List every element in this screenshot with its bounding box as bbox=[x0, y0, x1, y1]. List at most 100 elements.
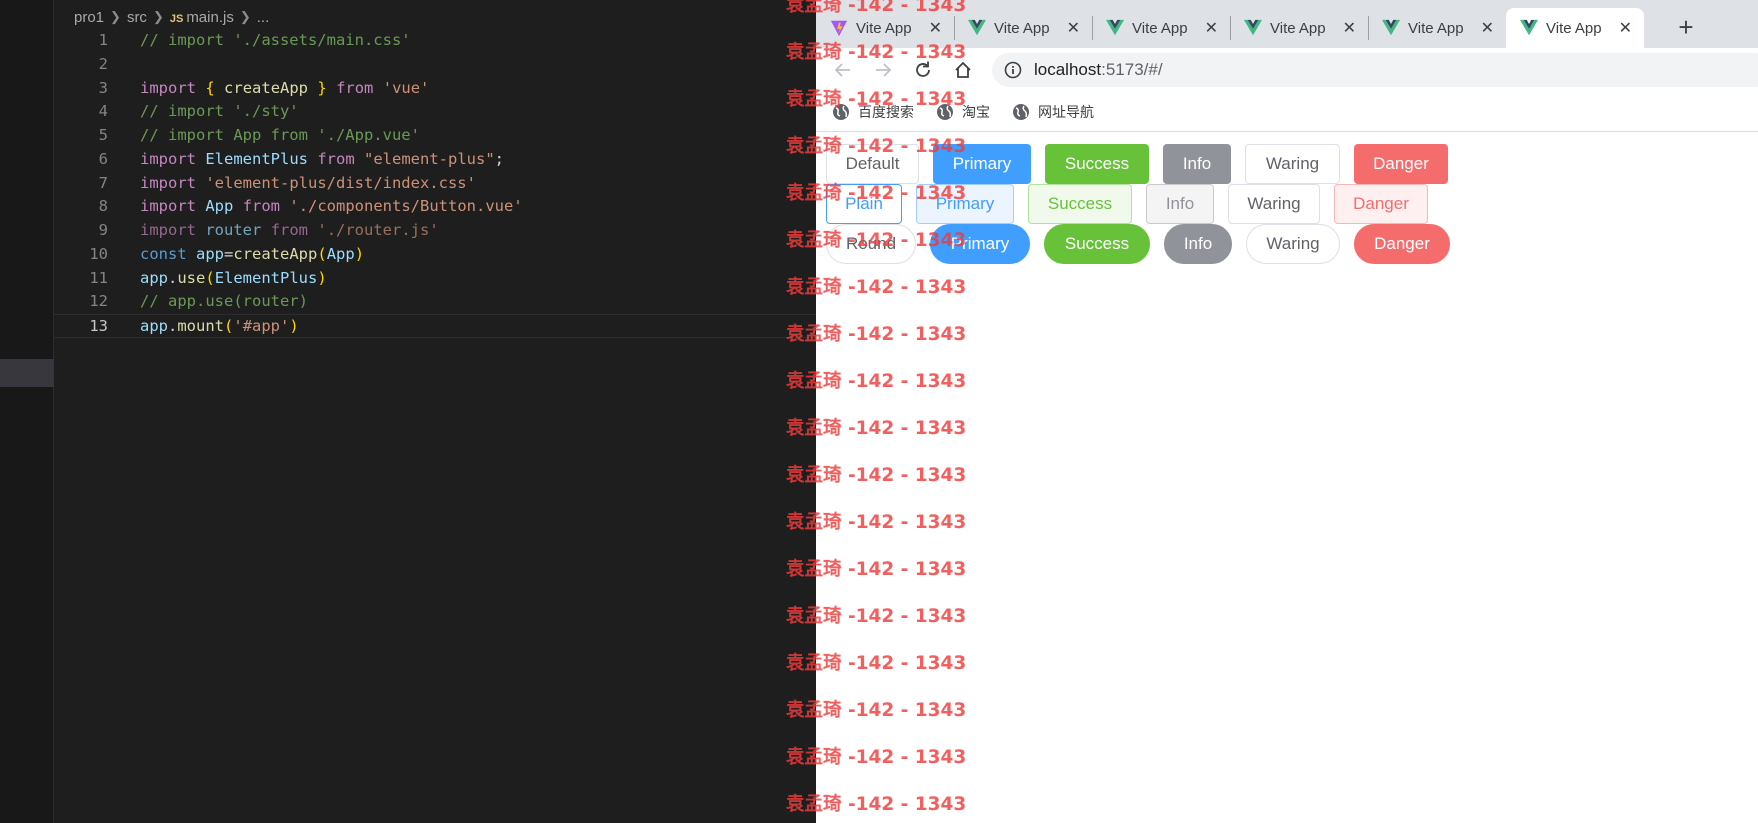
tab-title: Vite App bbox=[1132, 19, 1188, 37]
bookmark-item[interactable]: 百度搜索 bbox=[832, 102, 914, 122]
js-file-icon: JS bbox=[169, 12, 184, 25]
round-warning-button[interactable]: Waring bbox=[1246, 224, 1340, 264]
plain-success-button[interactable]: Success bbox=[1028, 184, 1132, 224]
breadcrumb: pro1 ❯ src ❯ JS main.js ❯ ... bbox=[74, 6, 269, 28]
bookmark-label: 淘宝 bbox=[962, 104, 990, 121]
round-button[interactable]: Round bbox=[826, 224, 916, 264]
plain-primary-button[interactable]: Primary bbox=[916, 184, 1014, 224]
primary-button[interactable]: Primary bbox=[933, 144, 1031, 184]
line-number: 8 bbox=[98, 197, 108, 216]
chevron-right-icon: ❯ bbox=[152, 9, 164, 24]
button-row-round: Round Primary Success Info Waring Danger bbox=[826, 224, 1464, 264]
vue-icon bbox=[1244, 19, 1262, 36]
code-line: 7 import 'element-plus/dist/index.css' bbox=[54, 172, 816, 196]
bookmark-item[interactable]: 淘宝 bbox=[936, 102, 990, 122]
bookmark-item[interactable]: 网址导航 bbox=[1012, 102, 1094, 122]
code-line: 1 // import './assets/main.css' bbox=[54, 29, 816, 53]
breadcrumb-file[interactable]: main.js bbox=[186, 9, 234, 26]
browser-toolbar: localhost:5173/#/ bbox=[816, 48, 1758, 92]
warning-button[interactable]: Waring bbox=[1245, 144, 1340, 184]
plain-danger-button[interactable]: Danger bbox=[1334, 184, 1428, 224]
close-icon[interactable]: ✕ bbox=[929, 18, 942, 38]
activity-bar bbox=[0, 0, 54, 823]
line-number: 9 bbox=[98, 221, 108, 239]
code-text: import router from './router.js' bbox=[140, 221, 439, 239]
close-icon[interactable]: ✕ bbox=[1205, 18, 1218, 38]
danger-button[interactable]: Danger bbox=[1354, 144, 1448, 184]
close-icon[interactable]: ✕ bbox=[1343, 18, 1356, 38]
vite-icon bbox=[830, 20, 848, 37]
browser-tab[interactable]: Vite App ✕ bbox=[954, 8, 1093, 48]
vue-icon bbox=[1106, 19, 1124, 36]
plain-info-button[interactable]: Info bbox=[1146, 184, 1214, 224]
code-line: 5 // import App from './App.vue' bbox=[54, 124, 816, 148]
home-icon bbox=[955, 61, 971, 78]
address-bar[interactable]: localhost:5173/#/ bbox=[992, 53, 1758, 87]
code-line-active: 13 app.mount('#app') bbox=[54, 314, 816, 338]
button-row-default: Default Primary Success Info Waring Dang… bbox=[826, 144, 1462, 184]
code-text: app.use(ElementPlus) bbox=[140, 268, 327, 287]
browser-tab[interactable]: Vite App ✕ bbox=[1092, 8, 1231, 48]
browser-tab[interactable]: Vite App ✕ bbox=[1368, 8, 1506, 48]
page-content: Default Primary Success Info Waring Dang… bbox=[816, 132, 1758, 823]
breadcrumb-more[interactable]: ... bbox=[257, 9, 270, 26]
round-primary-button[interactable]: Primary bbox=[930, 224, 1030, 264]
line-number: 11 bbox=[89, 268, 108, 287]
code-text: import App from './components/Button.vue… bbox=[140, 197, 523, 216]
line-number: 6 bbox=[98, 149, 108, 168]
close-icon[interactable]: ✕ bbox=[1619, 18, 1632, 38]
plain-warning-button[interactable]: Waring bbox=[1228, 184, 1320, 224]
info-icon[interactable] bbox=[1004, 61, 1022, 79]
line-number: 10 bbox=[89, 244, 108, 263]
chevron-right-icon: ❯ bbox=[239, 9, 251, 24]
code-area[interactable]: 1 // import './assets/main.css' 2 3 import… bbox=[54, 29, 816, 338]
round-success-button[interactable]: Success bbox=[1044, 224, 1150, 264]
line-number: 4 bbox=[98, 102, 108, 121]
browser-tab-active[interactable]: Vite App ✕ bbox=[1506, 8, 1644, 48]
info-button[interactable]: Info bbox=[1163, 144, 1231, 184]
browser-tab[interactable]: Vite App ✕ bbox=[1230, 8, 1369, 48]
code-text: import 'element-plus/dist/index.css' bbox=[140, 173, 476, 192]
plain-button[interactable]: Plain bbox=[826, 184, 902, 224]
vue-icon bbox=[1382, 19, 1400, 36]
code-comment: // import './sty' bbox=[140, 102, 299, 121]
code-line: 12 // app.use(router) bbox=[54, 290, 816, 314]
reload-icon bbox=[916, 61, 930, 77]
arrow-left-icon bbox=[834, 63, 850, 77]
code-text: const app=createApp(App) bbox=[140, 244, 365, 263]
line-number: 2 bbox=[98, 54, 108, 73]
tab-title: Vite App bbox=[1270, 19, 1326, 37]
bookmark-label: 网址导航 bbox=[1038, 104, 1094, 121]
breadcrumb-folder[interactable]: pro1 bbox=[74, 9, 104, 26]
activity-bar-selection bbox=[0, 359, 54, 387]
button-row-plain: Plain Primary Success Info Waring Danger bbox=[826, 184, 1442, 224]
default-button[interactable]: Default bbox=[826, 144, 919, 184]
back-button[interactable] bbox=[830, 57, 856, 83]
url-path: :5173/#/ bbox=[1101, 60, 1163, 79]
line-number: 5 bbox=[98, 126, 108, 144]
round-danger-button[interactable]: Danger bbox=[1354, 224, 1450, 264]
code-editor[interactable]: pro1 ❯ src ❯ JS main.js ❯ ... 1 // import … bbox=[0, 0, 816, 823]
close-icon[interactable]: ✕ bbox=[1481, 18, 1494, 38]
close-icon[interactable]: ✕ bbox=[1067, 18, 1080, 38]
line-number: 12 bbox=[89, 292, 108, 311]
globe-icon bbox=[833, 103, 849, 120]
code-line: 3 import { createApp } from 'vue' bbox=[54, 77, 816, 101]
code-text: import { createApp } from 'vue' bbox=[140, 78, 430, 97]
code-text: app.mount('#app') bbox=[140, 317, 299, 335]
round-info-button[interactable]: Info bbox=[1164, 224, 1232, 264]
reload-button[interactable] bbox=[910, 57, 936, 83]
home-button[interactable] bbox=[950, 57, 976, 83]
code-text: import ElementPlus from "element-plus"; bbox=[140, 149, 505, 168]
browser-tab[interactable]: Vite App ✕ bbox=[816, 8, 955, 48]
breadcrumb-subfolder[interactable]: src bbox=[127, 9, 147, 26]
forward-button[interactable] bbox=[870, 57, 896, 83]
code-line: 4 // import './sty' bbox=[54, 100, 816, 124]
success-button[interactable]: Success bbox=[1045, 144, 1149, 184]
code-line: 8 import App from './components/Button.vu… bbox=[54, 195, 816, 219]
line-number: 7 bbox=[98, 173, 108, 192]
new-tab-button[interactable]: + bbox=[1671, 12, 1701, 42]
tab-title: Vite App bbox=[1546, 19, 1602, 37]
line-number: 1 bbox=[98, 31, 108, 49]
code-comment: // app.use(router) bbox=[140, 292, 308, 311]
